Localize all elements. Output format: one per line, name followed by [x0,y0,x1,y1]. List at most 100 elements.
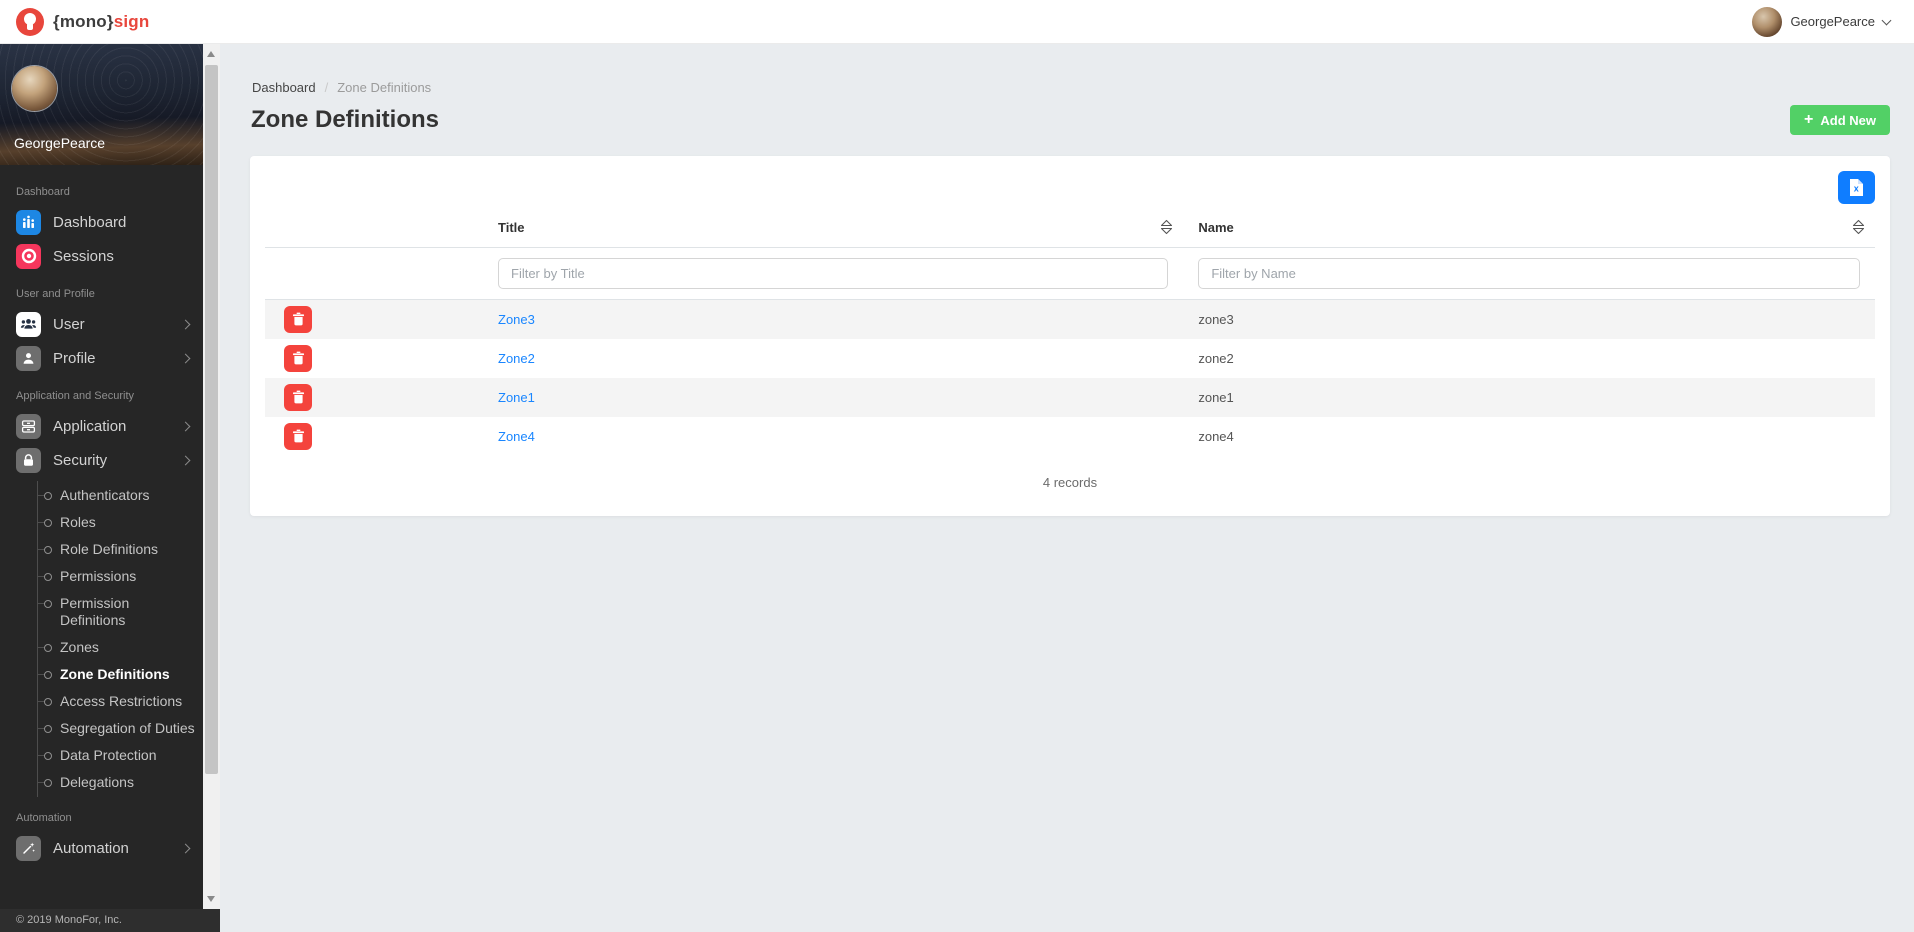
breadcrumb-separator: / [325,80,329,95]
submenu-item-zones[interactable]: Zones [38,635,203,662]
zone-definitions-table: Title Name [265,210,1875,456]
trash-icon [292,429,305,443]
top-bar: {mono}sign GeorgePearce [0,0,1914,44]
card-toolbar: x [265,171,1875,204]
sidebar-item-user[interactable]: User [0,307,203,341]
trash-icon [292,312,305,326]
add-new-button[interactable]: + Add New [1790,105,1890,135]
scroll-down-arrow-icon[interactable] [207,896,215,902]
table-row: Zone4 zone4 [265,417,1875,456]
submenu-item-permissions[interactable]: Permissions [38,564,203,591]
security-submenu: Authenticators Roles Role Definitions Pe… [37,481,203,797]
sidebar-item-label: User [53,316,170,333]
filter-row [265,248,1875,300]
section-label-app-security: Application and Security [16,390,187,402]
export-excel-button[interactable]: x [1838,171,1875,204]
page-title: Zone Definitions [251,106,439,134]
chevron-right-icon [181,843,191,853]
sort-name-button[interactable] [1852,219,1865,235]
submenu-item-authenticators[interactable]: Authenticators [38,483,203,510]
sidebar: GeorgePearce Dashboard Dashboard Session… [0,44,203,909]
title-column-label: Title [498,220,525,235]
name-column-label: Name [1198,220,1233,235]
sort-title-button[interactable] [1160,219,1173,235]
plus-icon: + [1804,112,1813,128]
sidebar-scrollbar[interactable] [203,44,220,909]
sidebar-nav: Dashboard Dashboard Sessions User and Pr… [0,165,203,865]
chevron-right-icon [181,455,191,465]
submenu-item-segregation-of-duties[interactable]: Segregation of Duties [38,716,203,743]
chevron-right-icon [181,353,191,363]
sidebar-item-sessions[interactable]: Sessions [0,239,203,273]
sidebar-footer: © 2019 MonoFor, Inc. [0,909,220,932]
submenu-item-roles[interactable]: Roles [38,510,203,537]
sidebar-item-dashboard[interactable]: Dashboard [0,205,203,239]
section-label-user-profile: User and Profile [16,288,187,300]
delete-zone3-button[interactable] [284,306,312,333]
sidebar-item-label: Profile [53,350,170,367]
submenu-item-data-protection[interactable]: Data Protection [38,743,203,770]
brand-suffix: sign [114,12,150,31]
sidebar-item-label: Sessions [53,248,189,265]
submenu-item-role-definitions[interactable]: Role Definitions [38,537,203,564]
name-column-header: Name [1183,210,1875,248]
scroll-up-arrow-icon[interactable] [207,51,215,57]
zone-title-link[interactable]: Zone3 [498,312,535,327]
breadcrumb-dashboard-link[interactable]: Dashboard [252,80,316,95]
sidebar-item-automation[interactable]: Automation [0,831,203,865]
sidebar-item-label: Application [53,418,170,435]
sidebar-item-security[interactable]: Security [0,443,203,477]
scrollbar-thumb[interactable] [205,65,218,774]
submenu-item-delegations[interactable]: Delegations [38,770,203,797]
sidebar-profile-header: GeorgePearce [0,44,203,165]
record-icon [16,244,41,269]
add-new-label: Add New [1820,113,1876,128]
sidebar-item-label: Dashboard [53,214,189,231]
person-icon [16,346,41,371]
zone-title-link[interactable]: Zone2 [498,351,535,366]
filter-by-name-input[interactable] [1198,258,1860,289]
table-row: Zone2 zone2 [265,339,1875,378]
submenu-item-permission-definitions[interactable]: Permission Definitions [38,591,203,635]
monosign-logo-icon [16,8,44,36]
user-menu[interactable]: GeorgePearce [1752,7,1890,37]
sidebar-item-label: Security [53,452,170,469]
records-count: 4 records [265,456,1875,504]
zone-name-cell: zone1 [1183,378,1875,417]
sort-icon [1160,219,1173,235]
delete-zone1-button[interactable] [284,384,312,411]
submenu-item-access-restrictions[interactable]: Access Restrictions [38,689,203,716]
sidebar-item-application[interactable]: Application [0,409,203,443]
trash-icon [292,390,305,404]
delete-zone4-button[interactable] [284,423,312,450]
users-icon [16,312,41,337]
breadcrumb-current: Zone Definitions [337,80,431,95]
zone-definitions-card: x Title [250,156,1890,516]
breadcrumb: Dashboard / Zone Definitions [252,80,431,95]
zone-title-link[interactable]: Zone1 [498,390,535,405]
brand-name: {mono}sign [53,12,149,32]
sort-icon [1852,219,1865,235]
server-icon [16,414,41,439]
chevron-down-icon [1882,15,1892,25]
main-content: Dashboard / Zone Definitions Zone Defini… [220,44,1914,932]
trash-icon [292,351,305,365]
svg-text:x: x [1854,184,1859,194]
chevron-right-icon [181,319,191,329]
zone-title-link[interactable]: Zone4 [498,429,535,444]
brand-logo[interactable]: {mono}sign [16,8,149,36]
section-label-automation: Automation [16,812,187,824]
actions-column-header [265,210,483,248]
brand-prefix: {mono} [53,12,114,31]
magic-wand-icon [16,836,41,861]
filter-by-title-input[interactable] [498,258,1168,289]
zone-name-cell: zone2 [1183,339,1875,378]
submenu-item-zone-definitions[interactable]: Zone Definitions [38,662,203,689]
sidebar-item-profile[interactable]: Profile [0,341,203,375]
section-label-dashboard: Dashboard [16,186,187,198]
profile-avatar[interactable] [12,66,57,111]
bar-chart-icon [16,210,41,235]
table-row: Zone3 zone3 [265,300,1875,339]
zone-name-cell: zone3 [1183,300,1875,339]
delete-zone2-button[interactable] [284,345,312,372]
